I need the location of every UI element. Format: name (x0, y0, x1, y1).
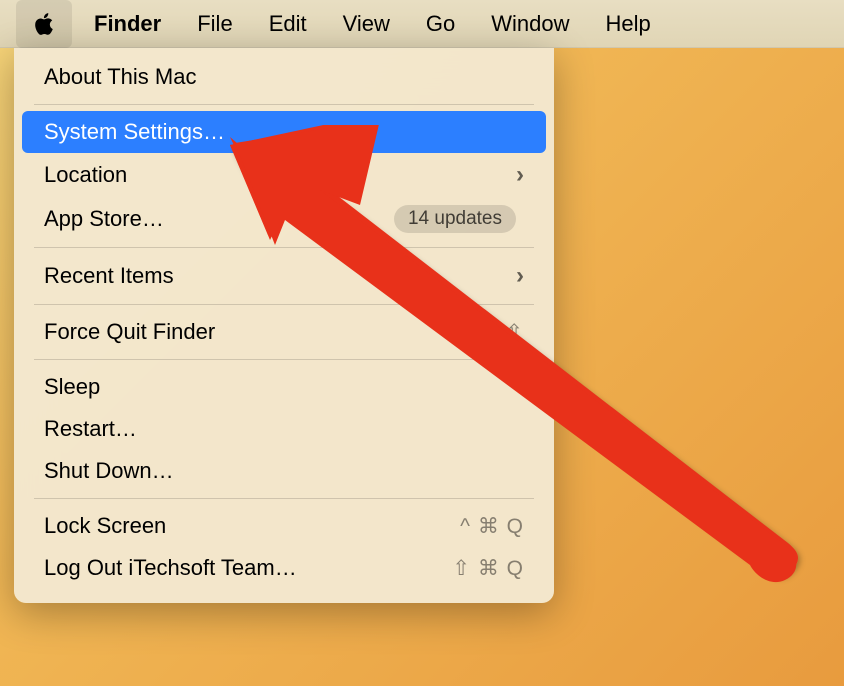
menu-bar: Finder File Edit View Go Window Help (0, 0, 844, 48)
apple-logo-icon (31, 11, 57, 37)
menu-edit[interactable]: Edit (251, 0, 325, 48)
menu-shut-down[interactable]: Shut Down… (22, 450, 546, 492)
menu-about-this-mac[interactable]: About This Mac (22, 56, 546, 98)
menu-finder[interactable]: Finder (76, 0, 179, 48)
menu-item-label: Log Out iTechsoft Team… (44, 555, 297, 581)
menu-separator (34, 498, 534, 499)
keyboard-shortcut: ⌥⇧ (480, 320, 524, 345)
chevron-right-icon: › (516, 262, 524, 290)
menu-item-label: Lock Screen (44, 513, 166, 539)
menu-item-label: Shut Down… (44, 458, 174, 484)
menu-system-settings[interactable]: System Settings… (22, 111, 546, 153)
apple-menu-dropdown: About This Mac System Settings… Location… (14, 48, 554, 603)
menu-location[interactable]: Location › (22, 153, 546, 197)
menu-separator (34, 359, 534, 360)
menu-view[interactable]: View (325, 0, 408, 48)
menu-go[interactable]: Go (408, 0, 473, 48)
menu-separator (34, 104, 534, 105)
keyboard-shortcut: ^ ⌘ Q (460, 514, 524, 539)
menu-item-label: Restart… (44, 416, 137, 442)
menu-recent-items[interactable]: Recent Items › (22, 254, 546, 298)
updates-badge: 14 updates (394, 205, 516, 233)
menu-file[interactable]: File (179, 0, 250, 48)
menu-item-label: System Settings… (44, 119, 225, 145)
menu-item-label: Location (44, 162, 127, 188)
menu-item-label: Recent Items (44, 263, 174, 289)
menu-help[interactable]: Help (588, 0, 669, 48)
menu-app-store[interactable]: App Store… 14 updates (22, 197, 546, 241)
menu-log-out[interactable]: Log Out iTechsoft Team… ⇧ ⌘ Q (22, 547, 546, 589)
menu-item-label: Force Quit Finder (44, 319, 215, 345)
menu-item-label: About This Mac (44, 64, 196, 90)
menu-restart[interactable]: Restart… (22, 408, 546, 450)
apple-menu-button[interactable] (16, 0, 72, 48)
menu-item-label: Sleep (44, 374, 100, 400)
menu-force-quit[interactable]: Force Quit Finder ⌥⇧ (22, 311, 546, 353)
menu-sleep[interactable]: Sleep (22, 366, 546, 408)
menu-separator (34, 247, 534, 248)
chevron-right-icon: › (516, 161, 524, 189)
menu-item-label: App Store… (44, 206, 164, 232)
menu-window[interactable]: Window (473, 0, 587, 48)
keyboard-shortcut: ⇧ ⌘ Q (452, 556, 524, 581)
menu-lock-screen[interactable]: Lock Screen ^ ⌘ Q (22, 505, 546, 547)
menu-separator (34, 304, 534, 305)
